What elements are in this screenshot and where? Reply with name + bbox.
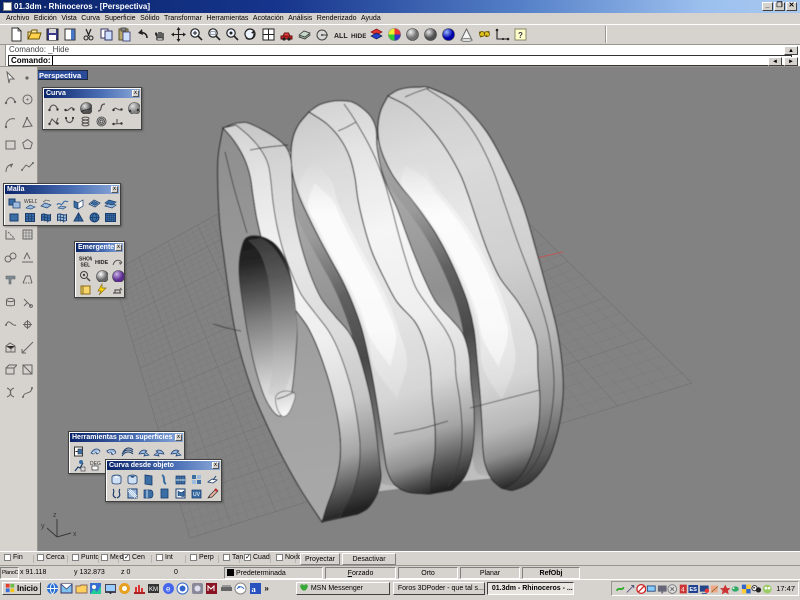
svg-text:WELD: WELD [24,199,37,205]
svg-text:x: x [73,531,77,538]
svg-text:e: e [166,584,171,593]
svg-text:HIDE: HIDE [351,33,366,40]
svg-text:z: z [53,512,57,519]
svg-text:ALL: ALL [334,33,348,40]
svg-text:UV: UV [193,492,201,498]
svg-text:4: 4 [681,586,685,593]
svg-text:KM: KM [149,587,158,593]
svg-text:HIDE: HIDE [95,260,108,266]
svg-text:SEL: SEL [80,262,90,268]
svg-text:?: ? [518,31,523,40]
svg-text:y: y [41,523,45,530]
svg-text:ES: ES [690,587,698,593]
